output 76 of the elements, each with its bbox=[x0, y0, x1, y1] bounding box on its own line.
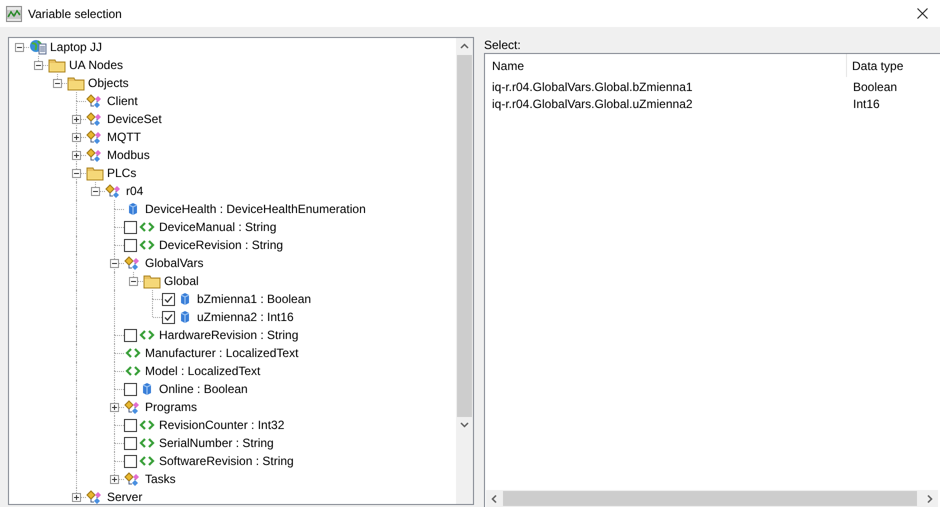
tree-node-label[interactable]: GlobalVars bbox=[145, 256, 204, 270]
checkbox[interactable] bbox=[124, 220, 137, 234]
table-cell-text: iq-r.r04.GlobalVars.Global.uZmienna2 bbox=[491, 96, 694, 110]
tree-node-label[interactable]: uZmienna2 : Int16 bbox=[197, 310, 294, 324]
tree-node-label[interactable]: Laptop JJ bbox=[50, 40, 102, 54]
checkbox[interactable] bbox=[162, 292, 175, 306]
tree-toggle[interactable] bbox=[110, 475, 119, 484]
tree-toggle[interactable] bbox=[72, 493, 81, 502]
tree-toggle[interactable] bbox=[91, 187, 100, 196]
scroll-thumb[interactable] bbox=[503, 491, 917, 506]
tree-node-label[interactable]: SerialNumber : String bbox=[159, 436, 274, 450]
checkbox[interactable] bbox=[124, 328, 137, 342]
tree-node-label[interactable]: DeviceHealth : DeviceHealthEnumeration bbox=[145, 202, 366, 216]
tree-node-label[interactable]: RevisionCounter : Int32 bbox=[159, 418, 284, 432]
window-title: Variable selection bbox=[28, 6, 122, 20]
tree-node-label[interactable]: Online : Boolean bbox=[159, 382, 248, 396]
checkbox[interactable] bbox=[124, 238, 137, 252]
tree-node-label[interactable]: Objects bbox=[88, 76, 129, 90]
tree-toggle[interactable] bbox=[53, 79, 62, 88]
tree-node-label[interactable]: Global bbox=[164, 274, 199, 288]
tree-node-label[interactable]: UA Nodes bbox=[69, 58, 124, 72]
object-node-icon bbox=[124, 255, 142, 271]
column-header[interactable]: Name bbox=[485, 54, 847, 77]
tree-node-label[interactable]: Modbus bbox=[107, 148, 150, 162]
tree-node-label[interactable]: DeviceSet bbox=[107, 112, 162, 126]
tree-toggle[interactable] bbox=[72, 133, 81, 142]
tree-node-label[interactable]: Server bbox=[107, 490, 142, 504]
tree-toggle[interactable] bbox=[72, 151, 81, 160]
vertical-scrollbar[interactable] bbox=[456, 38, 473, 504]
close-icon[interactable] bbox=[917, 8, 928, 19]
object-node-icon bbox=[105, 183, 123, 199]
folder-icon bbox=[48, 57, 66, 73]
tree-toggle[interactable] bbox=[72, 115, 81, 124]
tree-toggle[interactable] bbox=[15, 43, 24, 52]
tree-node-label[interactable]: Programs bbox=[145, 400, 198, 414]
scroll-thumb[interactable] bbox=[457, 55, 472, 417]
tree-node-label[interactable]: Model : LocalizedText bbox=[145, 364, 260, 378]
folder-icon bbox=[143, 273, 161, 289]
checkbox[interactable] bbox=[162, 310, 175, 324]
column-header[interactable]: Data type bbox=[847, 54, 904, 77]
tree-node-label[interactable]: PLCs bbox=[107, 166, 136, 180]
table-cell-text: iq-r.r04.GlobalVars.Global.bZmienna1 bbox=[491, 80, 694, 94]
checkbox[interactable] bbox=[124, 436, 137, 450]
tree-node-label[interactable]: r04 bbox=[126, 184, 144, 198]
app-icon bbox=[6, 6, 22, 22]
tree-node-label[interactable]: Client bbox=[107, 94, 138, 108]
tree-toggle[interactable] bbox=[129, 277, 138, 286]
checkbox[interactable] bbox=[124, 418, 137, 432]
checkbox[interactable] bbox=[124, 382, 137, 396]
tree-node-label[interactable]: SoftwareRevision : String bbox=[159, 454, 294, 468]
select-label: Select: bbox=[484, 37, 522, 53]
server-icon bbox=[29, 39, 47, 55]
tree-toggle[interactable] bbox=[110, 259, 119, 268]
object-node-icon bbox=[86, 489, 104, 504]
tree-node-label[interactable]: Tasks bbox=[145, 472, 176, 486]
tree-node-label[interactable]: HardwareRevision : String bbox=[159, 328, 298, 342]
object-node-icon bbox=[86, 111, 104, 127]
tree-node-label[interactable]: Manufacturer : LocalizedText bbox=[145, 346, 298, 360]
tree-node-label[interactable]: bZmienna1 : Boolean bbox=[197, 292, 312, 306]
tree-node-label[interactable]: DeviceRevision : String bbox=[159, 238, 284, 252]
table-cell-text: Int16 bbox=[852, 96, 880, 110]
object-node-icon bbox=[86, 93, 104, 109]
tree-toggle[interactable] bbox=[110, 403, 119, 412]
object-node-icon bbox=[86, 147, 104, 163]
tree-node-label[interactable]: MQTT bbox=[107, 130, 141, 144]
object-node-icon bbox=[86, 129, 104, 145]
folder-icon bbox=[86, 165, 104, 181]
tree-node-label[interactable]: DeviceManual : String bbox=[159, 220, 276, 234]
tree-toggle[interactable] bbox=[34, 61, 43, 70]
object-node-icon bbox=[124, 471, 142, 487]
folder-icon bbox=[67, 75, 85, 91]
checkbox[interactable] bbox=[124, 454, 137, 468]
object-node-icon bbox=[124, 399, 142, 415]
table-cell-text: Boolean bbox=[852, 80, 898, 94]
tree-toggle[interactable] bbox=[72, 169, 81, 178]
horizontal-scrollbar[interactable] bbox=[486, 490, 938, 507]
